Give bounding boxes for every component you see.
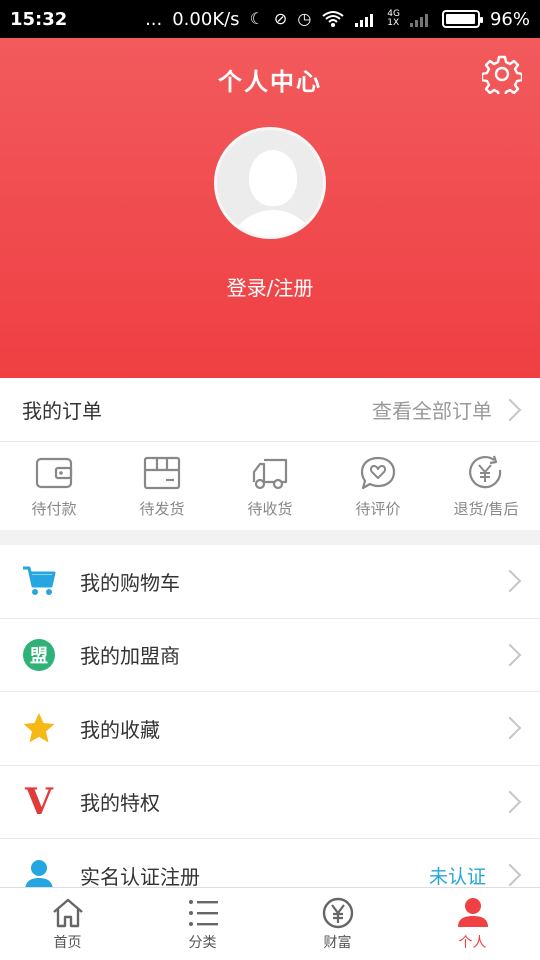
order-status-pending-payment[interactable]: 待付款 xyxy=(0,442,108,530)
gear-icon[interactable] xyxy=(482,54,522,94)
list-icon xyxy=(188,900,218,926)
order-status-pending-shipment[interactable]: 待发货 xyxy=(108,442,216,530)
vibrate-off-icon: ⊘ xyxy=(273,9,288,28)
chevron-right-icon xyxy=(498,790,522,814)
order-status-refund[interactable]: 退货/售后 xyxy=(432,442,540,530)
profile-menu: 我的购物车 盟 我的加盟商 我的收藏 V 我的特权 实名认证注册 未认证 xyxy=(0,545,540,913)
menu-item-cart[interactable]: 我的购物车 xyxy=(0,545,540,619)
star-icon xyxy=(22,711,56,745)
status-speed: 0.00K/s xyxy=(172,8,240,30)
battery-percent: 96% xyxy=(489,8,530,30)
tab-home[interactable]: 首页 xyxy=(0,888,135,960)
chevron-right-icon xyxy=(498,569,522,593)
menu-item-favorites[interactable]: 我的收藏 xyxy=(0,692,540,766)
network-type: 4G 1X xyxy=(387,9,400,28)
tab-wealth[interactable]: 财富 xyxy=(270,888,405,960)
signal-weak-icon xyxy=(409,14,428,27)
alarm-icon: ◷ xyxy=(297,9,312,28)
status-time: 15:32 xyxy=(10,8,68,30)
chevron-right-icon xyxy=(498,716,522,740)
avatar-body xyxy=(227,210,319,236)
menu-item-label: 我的特权 xyxy=(80,791,160,816)
view-all-orders-link[interactable]: 查看全部订单 xyxy=(372,395,522,424)
menu-item-label: 我的购物车 xyxy=(80,570,180,595)
menu-item-label: 我的收藏 xyxy=(80,717,160,742)
status-dots: ... xyxy=(145,8,163,30)
avatar[interactable] xyxy=(214,127,326,239)
signal-icon xyxy=(355,14,374,27)
menu-item-franchise[interactable]: 盟 我的加盟商 xyxy=(0,619,540,692)
tab-category[interactable]: 分类 xyxy=(135,888,270,960)
chevron-right-icon xyxy=(498,863,522,887)
moon-icon: ☾ xyxy=(249,9,264,28)
yen-icon xyxy=(322,897,353,929)
cart-icon xyxy=(22,564,56,598)
menu-item-privilege[interactable]: V 我的特权 xyxy=(0,766,540,839)
comment-heart-icon xyxy=(360,456,396,489)
home-icon xyxy=(52,898,83,928)
chevron-right-icon xyxy=(498,398,522,421)
person-icon xyxy=(457,898,488,927)
wallet-icon xyxy=(35,457,73,488)
verification-status: 未认证 xyxy=(428,865,486,888)
battery-icon xyxy=(441,10,483,28)
refund-icon xyxy=(469,455,502,488)
status-bar: 15:32 ... 0.00K/s ☾ ⊘ ◷ 4G 1X 96% xyxy=(0,0,540,38)
menu-item-label: 实名认证注册 xyxy=(80,864,200,889)
chevron-right-icon xyxy=(498,643,522,667)
box-icon xyxy=(143,456,181,489)
order-status-bar: 待付款 待发货 待收货 待评价 退货/售后 xyxy=(0,442,540,530)
profile-header: 个人中心 登录/注册 xyxy=(0,38,540,378)
avatar-head xyxy=(249,150,297,206)
page-title: 个人中心 xyxy=(218,68,322,96)
my-orders-label: 我的订单 xyxy=(22,399,102,423)
login-register-link[interactable]: 登录/注册 xyxy=(0,272,540,301)
truck-icon xyxy=(252,458,288,489)
franchise-badge-icon: 盟 xyxy=(22,638,56,672)
my-orders-row[interactable]: 我的订单 查看全部订单 xyxy=(0,378,540,442)
order-status-pending-receipt[interactable]: 待收货 xyxy=(216,442,324,530)
bottom-nav: 首页 分类 财富 个人 xyxy=(0,887,540,960)
tab-personal[interactable]: 个人 xyxy=(405,888,540,960)
orders-section: 我的订单 查看全部订单 待付款 待发货 待收货 待评价 退货/售后 xyxy=(0,378,540,530)
wifi-icon xyxy=(322,11,344,27)
menu-item-label: 我的加盟商 xyxy=(80,644,180,669)
order-status-pending-review[interactable]: 待评价 xyxy=(324,442,432,530)
status-right: ... 0.00K/s ☾ ⊘ ◷ 4G 1X 96% xyxy=(145,9,530,30)
v-icon: V xyxy=(25,780,53,823)
